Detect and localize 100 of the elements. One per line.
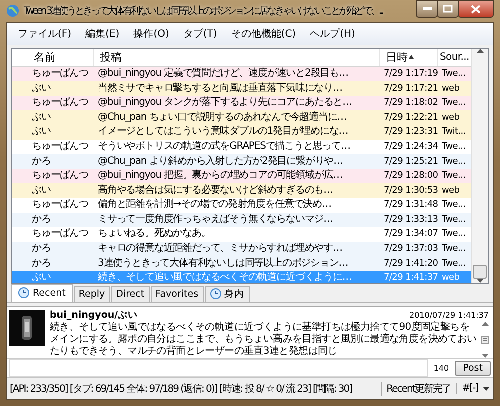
menu-item[interactable]: 操作(O)	[126, 26, 176, 41]
tweet-row[interactable]: ちゅーぱんつ @bui_ningyou 定義で質問だけど、速度が速いと2段目も… 7/29 1:17:19 Twe...	[12, 66, 471, 82]
post-cell-text: @Chu_pan ちょい口で説明するのあれなんで今超適当に…	[97, 110, 348, 125]
tweet-row[interactable]: ぶい @Chu_pan ちょい口で説明するのあれなんで今超適当に… 7/29 1:22:21 web	[12, 110, 471, 126]
time-cell-text: 7/29 1:17:19	[383, 68, 438, 81]
maximize-icon	[443, 5, 453, 13]
name-cell-text: ちゅーぱんつ	[31, 66, 90, 81]
time-cell-text: 7/29 1:22:21	[383, 112, 438, 125]
tweet-input[interactable]	[9, 359, 428, 378]
scrollbar[interactable]	[471, 48, 488, 284]
post-cell-text: @bui_ningyou 定義で質問だけど、速度が速いと2段目も…	[97, 66, 350, 81]
name-cell-text: ちゅーぱんつ	[31, 198, 90, 212]
source-cell-text: Twe...	[441, 214, 467, 227]
scroll-up-icon[interactable]	[476, 48, 484, 53]
tweet-row[interactable]: ぶい 当然ミサでキャロ撃ちすると向風は垂直落下気味になり… 7/29 1:17:21 web	[12, 81, 471, 96]
tab[interactable]: Favorites	[150, 286, 204, 302]
menu-item[interactable]: タブ(T)	[176, 26, 224, 41]
name-cell-text: かろ	[31, 212, 52, 227]
menu-item[interactable]: その他機能(C)	[224, 26, 304, 41]
clock-icon	[18, 287, 30, 300]
scroll-thumb[interactable]	[481, 336, 489, 344]
name-cell-text: ぶい	[31, 110, 52, 125]
time-cell-text: 7/29 1:23:31	[383, 126, 438, 140]
tweet-text: 続き、そして追い風ではなるべくその軌道に近づくように基準打ちは極力捨てて90度固定撃ちをメインにする。露ポの自分はここまで、もうちょい高みを目指すと風別に最適な角度を決めておいたりもできそう、マルチの背面とレーザーの垂直3連と発想は同じ	[50, 322, 478, 358]
source-cell-text: web	[441, 272, 461, 284]
source-cell-text: Twe...	[441, 228, 467, 242]
post-cell-text: @bui_ningyou 把握。裏からの埋めコアの可能領域が広…	[97, 169, 344, 184]
source-cell-text: web	[441, 112, 461, 125]
time-cell-text: 7/29 1:17:21	[383, 82, 438, 96]
post-cell-text: 当然ミサでキャロ撃ちすると向風は垂直落下気味になり…	[97, 82, 344, 96]
post-cell-text: そういやボトリスの軌道の式をGRAPESで描こうと思って…	[97, 140, 352, 154]
close-button[interactable]	[458, 0, 494, 18]
post-cell-text: 偏角と距離を計測→その場での発射角度を任意で決め…	[97, 198, 332, 212]
tab[interactable]: 身内	[204, 286, 250, 302]
source-cell-text: web	[441, 82, 461, 96]
source-cell-text: web	[441, 184, 461, 198]
dropdown-icon[interactable]	[483, 386, 490, 391]
tweet-row[interactable]: ちゅーぱんつ @bui_ningyou 把握。裏からの埋めコアの可能領域が広… 7/29 1:28:00 Twe...	[12, 168, 471, 184]
name-cell-text: ちゅーぱんつ	[31, 169, 90, 184]
name-cell-text: ぶい	[31, 82, 52, 96]
menu-item[interactable]: 編集(E)	[78, 26, 127, 41]
tweet-row[interactable]: ちゅーぱんつ @bui_ningyou タンクが落下するより先にコアにあたると… 7/29 1:18:02 Twe...	[12, 96, 471, 110]
minimize-icon	[422, 7, 432, 11]
time-cell-text: 7/29 1:33:13	[383, 214, 438, 227]
source-cell-text: Twe...	[441, 243, 467, 256]
status-text[interactable]: #[-]	[456, 383, 478, 394]
post-cell-text: 続き、そして追い風ではなるべくその軌道に近づくように…	[97, 271, 353, 284]
tweet-row[interactable]: かろ ミサって一度角度作っちゃえばそう無くならないマジ… 7/29 1:33:13 Twe...	[12, 212, 471, 228]
post-cell-text: ミサって一度角度作っちゃえばそう無くならないマジ…	[97, 212, 334, 227]
time-cell-text: 7/29 1:41:20	[383, 258, 438, 271]
name-cell-text: かろ	[31, 256, 52, 271]
time-cell-text: 7/29 1:30:53	[383, 184, 438, 198]
menu-item[interactable]: ファイル(F)	[11, 26, 79, 41]
tab[interactable]: Direct	[111, 286, 150, 302]
char-count: 140	[434, 364, 450, 373]
status-text: [API: 233/350] [タブ: 69/145 全体: 97/189 (返信: 0)] [時速: 投 8/ ☆ 0/ 流 23] [間隔: 30]	[10, 382, 354, 396]
clock-icon	[210, 288, 222, 300]
time-cell-text: 7/29 1:37:03	[383, 243, 438, 256]
post-cell-text: @Chu_pan より斜めから入射した方が2発目に繋がりや…	[97, 154, 344, 169]
time-cell-text: 7/29 1:24:34	[383, 140, 438, 154]
tweet-row[interactable]: かろ 3連使うときって大体有利ないしは同等以上のポジション… 7/29 1:41:20 Twe...	[12, 256, 471, 271]
source-cell-text: Twit...	[441, 126, 467, 140]
name-cell-text: ぶい	[31, 184, 52, 198]
time-cell-text: 7/29 1:28:00	[383, 170, 438, 184]
post-cell-text: 高角やる場合は気にする必要ないけど斜めすぎるのも…	[97, 184, 334, 198]
tweet-row[interactable]: かろ @Chu_pan より斜めから入射した方が2発目に繋がりや… 7/29 1:25:21 Twe...	[12, 154, 471, 169]
time-cell-text: 7/29 1:34:07	[383, 228, 438, 242]
time-cell-text: 7/29 1:41:37	[383, 272, 438, 284]
tab[interactable]: Recent	[11, 284, 73, 302]
menu-item[interactable]: ヘルプ(H)	[303, 26, 362, 41]
source-cell-text: Twe...	[441, 199, 467, 212]
source-cell-text: Twe...	[441, 170, 467, 184]
source-cell-text: Twe...	[441, 97, 467, 110]
scroll-up-icon[interactable]	[482, 322, 488, 326]
column-header[interactable]: 日時	[380, 48, 438, 66]
post-cell-text: 3連使うときって大体有利ないしは同等以上のポジション…	[97, 256, 350, 271]
post-cell-text: @bui_ningyou タンクが落下するより先にコアにあたると…	[97, 96, 354, 110]
tweet-row[interactable]: かろ キャロの得意な近距離だって、ミサからすれば埋めやす… 7/29 1:37:03 Twe...	[12, 242, 471, 256]
source-cell-text: Twe...	[441, 156, 467, 169]
maximize-button[interactable]	[437, 0, 459, 18]
tweet-row[interactable]: ぶい イメージとしてはこういう意味ダブルの1発目が埋めにな… 7/29 1:23:31 Twit...	[12, 125, 471, 140]
column-header[interactable]: 投稿	[94, 48, 380, 66]
post-cell-text: キャロの得意な近距離だって、ミサからすれば埋めやす…	[97, 242, 344, 256]
name-cell-text: ぶい	[31, 125, 52, 140]
scroll-thumb[interactable]	[473, 265, 487, 280]
post-cell-text: ちょいねる。死ぬかなあ。	[97, 227, 212, 242]
post-cell-text: イメージとしてはこういう意味ダブルの1発目が埋めにな…	[97, 125, 350, 140]
minimize-button[interactable]	[416, 0, 438, 18]
globe-icon	[6, 4, 20, 18]
tab[interactable]: Reply	[74, 286, 110, 302]
tweet-row[interactable]: ぶい 高角やる場合は気にする必要ないけど斜めすぎるのも… 7/29 1:30:53 web	[12, 183, 471, 198]
sort-arrow-icon	[409, 55, 414, 60]
name-cell-text: ちゅーぱんつ	[31, 96, 90, 110]
name-cell-text: かろ	[31, 242, 52, 256]
name-cell-text: ちゅーぱんつ	[31, 227, 90, 242]
column-header[interactable]: 名前	[28, 48, 94, 66]
post-button[interactable]: Post	[455, 360, 491, 376]
source-cell-text: Twe...	[441, 68, 467, 81]
time-cell-text: 7/29 1:31:48	[383, 199, 438, 212]
close-icon	[471, 4, 481, 14]
